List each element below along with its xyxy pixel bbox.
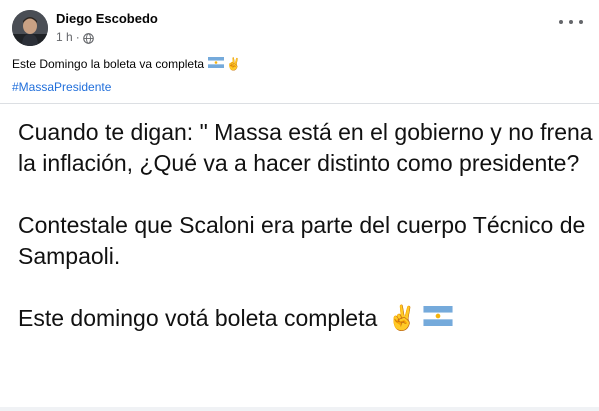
post-caption: Este Domingo la boleta va completa ✌️: [12, 56, 241, 72]
globe-icon[interactable]: [82, 32, 94, 44]
argentina-flag-icon: [208, 56, 225, 72]
paragraph-1: Cuando te digan: " Massa está en el gobi…: [18, 119, 593, 176]
author-name[interactable]: Diego Escobedo: [56, 11, 158, 27]
victory-hand-icon: ✌️: [226, 57, 242, 71]
caption-text: Este Domingo la boleta va completa: [12, 57, 205, 71]
post-image-text: Cuando te digan: " Massa está en el gobi…: [18, 117, 593, 334]
hashtag-link[interactable]: #MassaPresidente: [12, 79, 111, 95]
post-bottom-edge: [0, 407, 599, 411]
more-options-icon: [559, 20, 563, 24]
post-header: Diego Escobedo 1 h ·: [12, 10, 158, 46]
paragraph-2: Contestale que Scaloni era parte del cue…: [18, 212, 586, 269]
post-timestamp-row: 1 h ·: [56, 29, 158, 45]
facebook-post: Diego Escobedo 1 h · Este Domingo la bol…: [0, 0, 599, 411]
post-time[interactable]: 1 h: [56, 29, 73, 45]
meta-separator: ·: [75, 30, 80, 44]
author-avatar[interactable]: [12, 10, 48, 46]
paragraph-3: Este domingo votá boleta completa: [18, 305, 378, 331]
paragraph-3-row: Este domingo votá boleta completa ✌️: [18, 303, 593, 334]
argentina-flag-icon: [423, 303, 453, 334]
post-meta: Diego Escobedo 1 h ·: [56, 11, 158, 45]
more-options-icon: [569, 20, 573, 24]
victory-hand-icon: ✌️: [387, 304, 418, 332]
image-top-border: [0, 103, 599, 104]
more-options-icon: [579, 20, 583, 24]
more-options-button[interactable]: [559, 14, 583, 30]
